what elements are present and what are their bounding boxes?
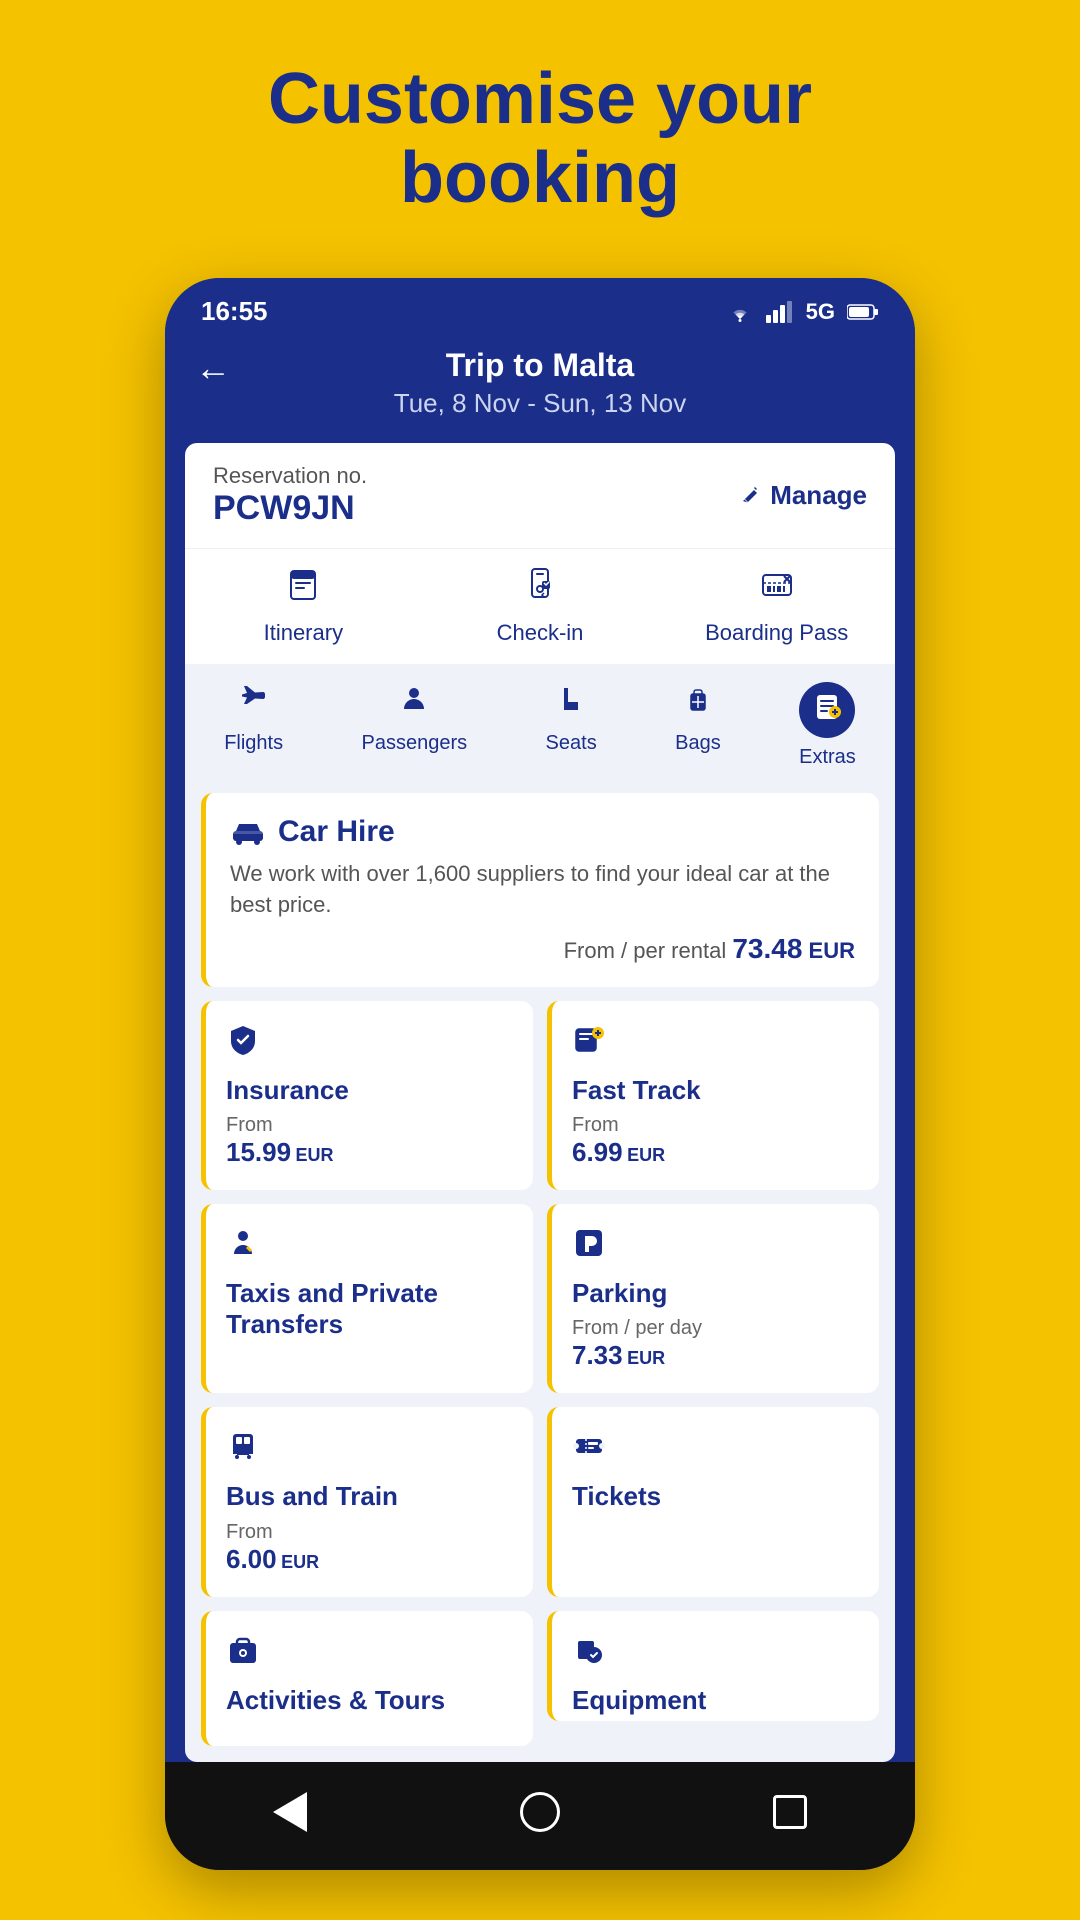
flights-label: Flights <box>224 732 283 755</box>
fast-track-price: 6.99 <box>572 1137 623 1167</box>
taxis-card[interactable]: Taxis and Private Transfers <box>201 1204 533 1393</box>
tickets-title: Tickets <box>572 1481 859 1512</box>
tab-boarding[interactable]: Boarding Pass <box>658 549 895 664</box>
car-hire-desc: We work with over 1,600 suppliers to fin… <box>230 859 855 921</box>
insurance-currency: EUR <box>296 1145 334 1165</box>
insurance-from: From <box>226 1114 513 1137</box>
insurance-price: 15.99 <box>226 1137 291 1167</box>
trip-dates: Tue, 8 Nov - Sun, 13 Nov <box>201 388 879 419</box>
itinerary-icon <box>285 567 321 612</box>
passengers-label: Passengers <box>362 732 468 755</box>
fast-track-card[interactable]: Fast Track From 6.99 EUR <box>547 1001 879 1190</box>
home-nav-button[interactable] <box>510 1782 570 1842</box>
main-nav: Flights Passengers Seats <box>185 664 895 777</box>
insurance-card[interactable]: Insurance From 15.99 EUR <box>201 1001 533 1190</box>
parking-from: From / per day <box>572 1317 859 1340</box>
bus-train-from: From <box>226 1521 513 1544</box>
recent-nav-button[interactable] <box>760 1782 820 1842</box>
parking-card[interactable]: Parking From / per day 7.33 EUR <box>547 1204 879 1393</box>
taxis-title: Taxis and Private Transfers <box>226 1278 513 1340</box>
app-header: ← Trip to Malta Tue, 8 Nov - Sun, 13 Nov <box>165 337 915 443</box>
phone-frame: 16:55 5G <box>165 278 915 1869</box>
grid-row-1: Insurance From 15.99 EUR <box>201 1001 879 1190</box>
parking-icon <box>572 1226 859 1268</box>
equipment-card[interactable]: Equipment From 15.00 EUR <box>547 1611 879 1721</box>
passengers-icon <box>397 682 431 724</box>
grid-row-2: Taxis and Private Transfers Parking From… <box>201 1204 879 1393</box>
fast-track-title: Fast Track <box>572 1075 859 1106</box>
reservation-number: PCW9JN <box>213 489 367 528</box>
trip-title: Trip to Malta <box>201 347 879 384</box>
fast-track-icon <box>572 1023 859 1065</box>
status-bar: 16:55 5G <box>165 278 915 337</box>
tickets-card[interactable]: Tickets <box>547 1407 879 1596</box>
activities-title: Activities & Tours <box>226 1685 513 1716</box>
activities-card[interactable]: Activities & Tours <box>201 1611 533 1746</box>
car-hire-price-row: From / per rental 73.48 EUR <box>230 933 855 965</box>
nav-item-flights[interactable]: Flights <box>212 682 295 769</box>
car-hire-from: From / per rental <box>564 938 727 963</box>
tab-itinerary[interactable]: Itinerary <box>185 549 422 664</box>
booking-tabs: Itinerary Check-in <box>185 548 895 664</box>
extras-icon <box>812 692 842 729</box>
back-nav-button[interactable] <box>260 1782 320 1842</box>
nav-item-extras[interactable]: Extras <box>787 682 868 769</box>
back-button[interactable]: ← <box>195 347 231 389</box>
bus-train-title: Bus and Train <box>226 1481 513 1512</box>
tickets-icon <box>572 1429 859 1471</box>
content-area: Car Hire We work with over 1,600 supplie… <box>185 777 895 1761</box>
checkin-label: Check-in <box>497 620 584 646</box>
car-hire-price: 73.48 <box>732 933 802 964</box>
nav-item-passengers[interactable]: Passengers <box>350 682 480 769</box>
bags-label: Bags <box>675 732 721 755</box>
bus-train-card[interactable]: Bus and Train From 6.00 EUR <box>201 1407 533 1596</box>
checkin-icon <box>522 567 558 612</box>
parking-currency: EUR <box>627 1348 665 1368</box>
pencil-icon <box>740 485 762 507</box>
activities-icon <box>226 1633 513 1675</box>
car-hire-card[interactable]: Car Hire We work with over 1,600 supplie… <box>201 793 879 987</box>
parking-title: Parking <box>572 1278 859 1309</box>
bus-train-price: 6.00 <box>226 1544 277 1574</box>
bus-train-currency: EUR <box>281 1552 319 1572</box>
bags-icon <box>681 682 715 724</box>
insurance-icon <box>226 1023 513 1065</box>
nav-item-seats[interactable]: Seats <box>534 682 609 769</box>
boarding-icon <box>759 567 795 612</box>
manage-button[interactable]: Manage <box>740 480 867 511</box>
status-time: 16:55 <box>201 296 268 327</box>
network-type: 5G <box>806 299 835 325</box>
parking-price: 7.33 <box>572 1340 623 1370</box>
wifi-icon <box>726 301 754 323</box>
car-hire-currency: EUR <box>809 938 855 963</box>
extras-circle <box>799 682 855 738</box>
itinerary-label: Itinerary <box>264 620 343 646</box>
grid-row-3: Bus and Train From 6.00 EUR <box>201 1407 879 1596</box>
tab-checkin[interactable]: Check-in <box>422 549 659 664</box>
bus-icon <box>226 1429 513 1471</box>
car-icon <box>230 817 266 847</box>
equipment-title: Equipment <box>572 1685 859 1716</box>
reservation-label: Reservation no. <box>213 463 367 489</box>
seats-icon <box>554 682 588 724</box>
insurance-title: Insurance <box>226 1075 513 1106</box>
page-headline: Customise your booking <box>268 60 812 218</box>
battery-icon <box>847 303 879 321</box>
car-hire-title: Car Hire <box>278 815 395 849</box>
fast-track-currency: EUR <box>627 1145 665 1165</box>
taxis-icon <box>226 1226 513 1268</box>
flights-icon <box>237 682 271 724</box>
reservation-card: Reservation no. PCW9JN Manage <box>185 443 895 548</box>
bottom-nav <box>165 1762 915 1870</box>
seats-label: Seats <box>546 732 597 755</box>
fast-track-from: From <box>572 1114 859 1137</box>
signal-icon <box>766 301 794 323</box>
nav-item-bags[interactable]: Bags <box>663 682 733 769</box>
boarding-label: Boarding Pass <box>705 620 848 646</box>
equipment-icon <box>572 1633 859 1675</box>
extras-label: Extras <box>799 746 856 769</box>
grid-row-4: Activities & Tours Equipment From 15.00 … <box>201 1611 879 1746</box>
